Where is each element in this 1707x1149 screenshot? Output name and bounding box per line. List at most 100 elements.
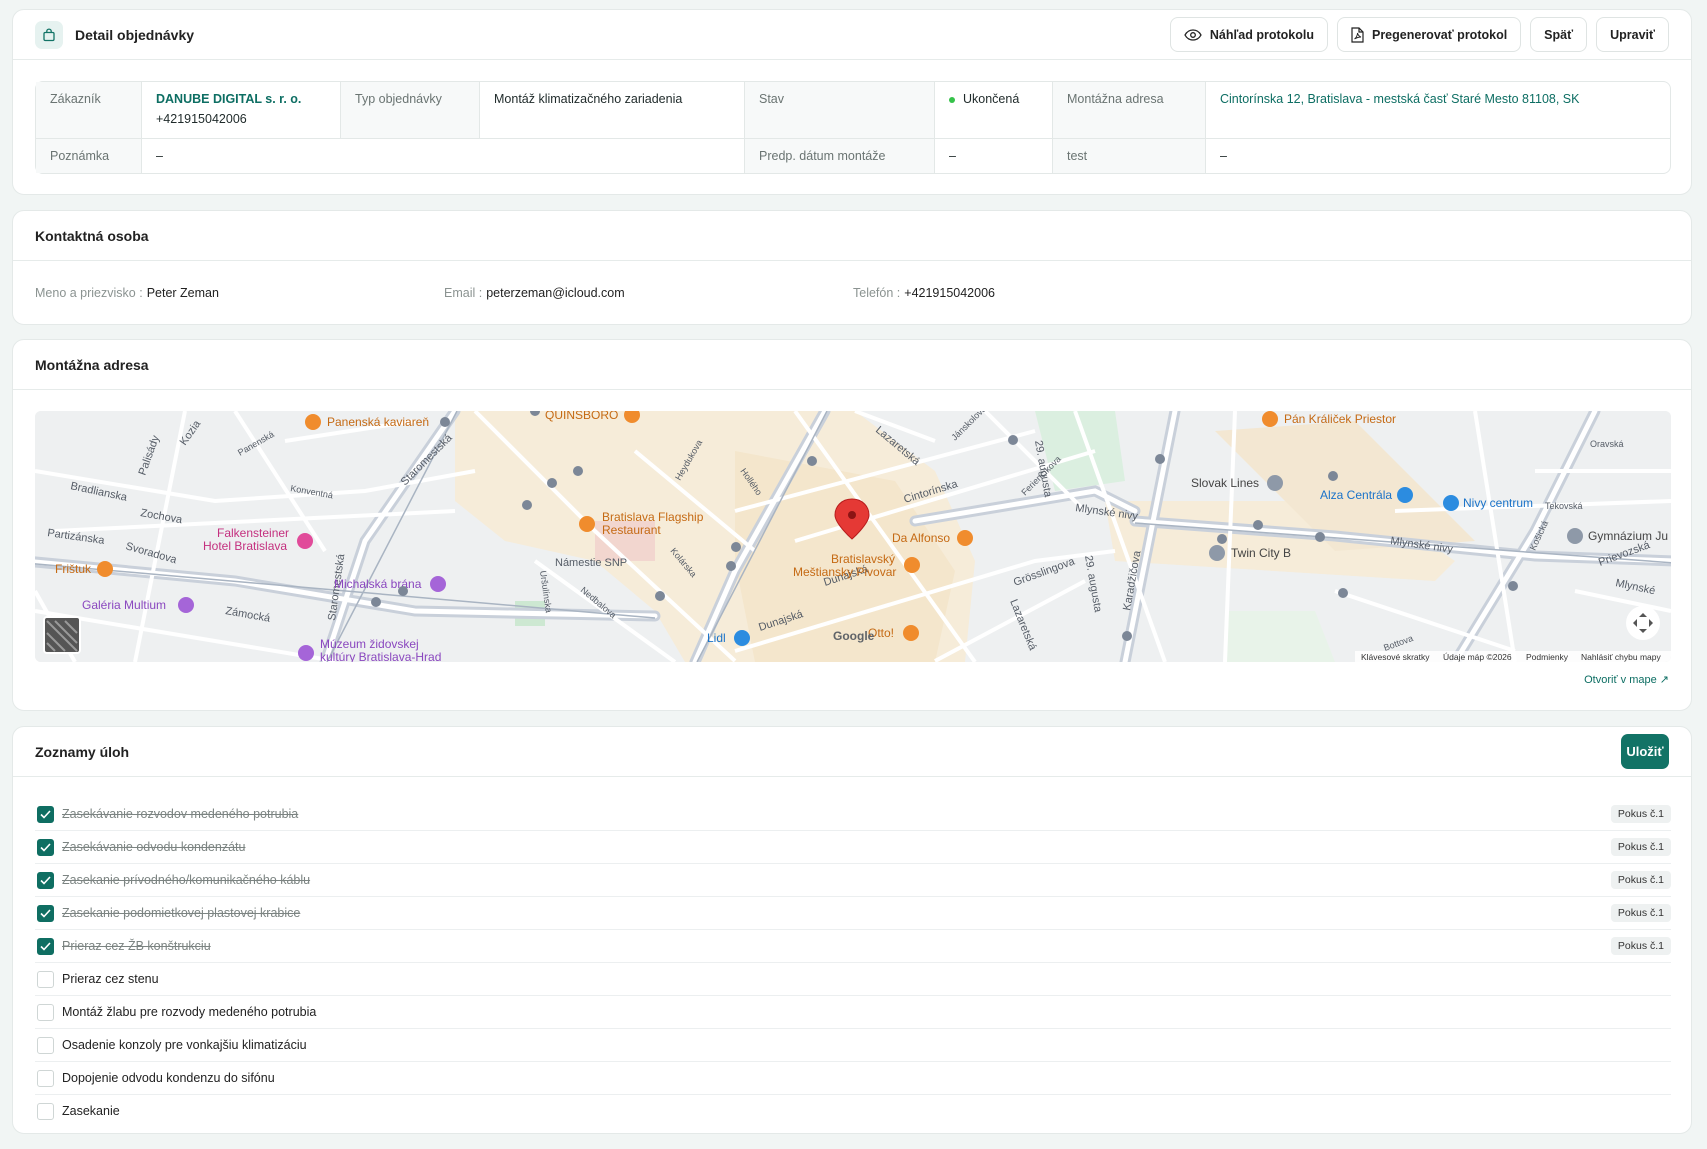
install-date-value: –	[935, 139, 1053, 173]
map-data-attribution: Údaje máp ©2026	[1443, 652, 1512, 662]
task-checkbox[interactable]	[37, 1069, 54, 1087]
regenerate-protocol-button[interactable]: Pregenerovať protokol	[1336, 17, 1522, 52]
status-badge: Ukončená	[963, 92, 1020, 106]
customer-phone: +421915042006	[156, 112, 247, 126]
poi-label: Alza Centrála	[1320, 488, 1392, 502]
extra-value: –	[1220, 149, 1227, 163]
status-cell: Ukončená	[935, 82, 1053, 139]
task-checkbox[interactable]	[37, 1036, 54, 1054]
customer-label: Zákazník	[36, 82, 142, 139]
map-header: Montážna adresa	[13, 340, 1691, 390]
task-checkbox[interactable]	[37, 1003, 54, 1021]
poi-label: Slovak Lines	[1191, 476, 1259, 490]
edit-button[interactable]: Upraviť	[1596, 17, 1669, 52]
note-value: –	[142, 139, 745, 173]
keyboard-shortcuts-link[interactable]: Klávesové skratky	[1361, 652, 1430, 662]
preview-protocol-label: Náhľad protokolu	[1209, 27, 1314, 42]
poi-label: QUINSBORO	[545, 411, 618, 422]
order-detail-card: Detail objednávky Náhľad protokolu Prege…	[12, 9, 1692, 195]
terms-link[interactable]: Podmienky	[1526, 652, 1569, 662]
task-row: Montáž žlabu pre rozvody medeného potrub…	[35, 996, 1671, 1029]
contact-phone: Telefón : +421915042006	[853, 286, 1262, 300]
contact-email-value[interactable]: peterzeman@icloud.com	[486, 286, 624, 300]
customer-name-link[interactable]: DANUBE DIGITAL s. r. o.	[156, 92, 326, 106]
task-label: Zasekanie prívodného/komunikačného káblu	[62, 873, 311, 887]
task-label: Prieraz cez ŽB konštrukciu	[62, 939, 211, 953]
task-row: Dopojenie odvodu kondenzu do sifónu	[35, 1062, 1671, 1095]
task-checkbox[interactable]	[37, 904, 54, 922]
task-checkbox[interactable]	[37, 970, 54, 988]
map-title: Montážna adresa	[35, 356, 149, 373]
checkmark-icon	[40, 908, 51, 918]
report-error-link[interactable]: Nahlásiť chybu mapy	[1581, 652, 1661, 662]
order-detail-header: Detail objednávky Náhľad protokolu Prege…	[13, 10, 1691, 60]
contact-name-value: Peter Zeman	[146, 285, 219, 300]
task-label: Zasekanie podomietkovej plastovej krabic…	[62, 906, 301, 920]
contact-card: Kontaktná osoba Meno a priezvisko : Peter…	[12, 210, 1692, 325]
tasks-card: Zoznamy úloh Uložiť Zasekávanie rozvodov…	[12, 726, 1692, 1134]
status-label: Stav	[745, 82, 935, 139]
status-dot	[949, 96, 955, 103]
contact-name: Meno a priezvisko : Peter Zeman	[35, 286, 444, 300]
attempt-badge: Pokus č.1	[1610, 871, 1671, 889]
street-label: Námestie SNP	[555, 557, 627, 569]
task-label: Osadenie konzoly pre vonkajšiu klimatizá…	[62, 1038, 307, 1052]
eye-icon	[1184, 28, 1202, 41]
street-label: Tekovská	[1545, 501, 1583, 511]
task-row: Zasekávanie rozvodov medeného potrubia Po…	[35, 798, 1671, 831]
order-type-label: Typ objednávky	[341, 82, 480, 139]
task-row: Zasekanie podomietkovej plastovej krabic…	[35, 897, 1671, 930]
task-label: Zasekávanie rozvodov medeného potrubia	[62, 807, 299, 821]
task-checkbox[interactable]	[37, 838, 54, 856]
poi-label: Pán Králiček Priestor	[1284, 412, 1396, 426]
poi-label: Da Alfonso	[892, 531, 950, 545]
poi-label: Falkensteiner	[217, 526, 289, 540]
contact-name-label: Meno a priezvisko :	[35, 285, 143, 300]
address-link[interactable]: Cintorínska 12, Bratislava - mestská čas…	[1220, 92, 1579, 106]
contact-phone-label: Telefón :	[853, 285, 901, 300]
attempt-badge: Pokus č.1	[1610, 805, 1671, 823]
attempt-badge: Pokus č.1	[1610, 904, 1671, 922]
task-checkbox[interactable]	[37, 805, 54, 823]
poi-label: Lidl	[707, 631, 726, 645]
contact-row: Meno a priezvisko : Peter Zeman Email : pe…	[13, 261, 1691, 324]
page-title: Detail objednávky	[75, 26, 195, 43]
back-button[interactable]: Späť	[1530, 17, 1588, 52]
task-row: Prieraz cez stenu	[35, 963, 1671, 996]
address-label: Montážna adresa	[1053, 82, 1206, 139]
fullscreen-button[interactable]	[1626, 606, 1660, 640]
contact-phone-value[interactable]: +421915042006	[904, 286, 995, 300]
attempt-badge: Pokus č.1	[1610, 838, 1671, 856]
map-type-toggle[interactable]	[43, 616, 81, 654]
contact-email: Email : peterzeman@icloud.com	[444, 286, 853, 300]
preview-protocol-button[interactable]: Náhľad protokolu	[1169, 17, 1328, 52]
task-row: Osadenie konzoly pre vonkajšiu klimatizá…	[35, 1029, 1671, 1062]
poi-label: Bratislavský	[831, 552, 895, 566]
poi-label: kultúry Bratislava-Hrad	[320, 650, 441, 662]
poi-label: Galéria Multium	[82, 598, 166, 612]
task-row: Zasekanie prívodného/komunikačného káblu…	[35, 864, 1671, 897]
task-checkbox[interactable]	[37, 937, 54, 955]
poi-label: Bratislava Flagship	[602, 510, 704, 524]
toolbar: Náhľad protokolu Pregenerovať protokol S…	[1169, 17, 1669, 52]
task-checkbox[interactable]	[37, 1102, 54, 1120]
extra-label: test	[1053, 139, 1206, 173]
note-label: Poznámka	[36, 139, 142, 173]
map-embed[interactable]: Námestie SNP Mlynské nivy Mlynské nivy M…	[35, 411, 1671, 662]
task-label: Prieraz cez stenu	[62, 972, 159, 986]
task-label: Zasekanie	[62, 1104, 120, 1118]
checkmark-icon	[40, 941, 51, 951]
regenerate-protocol-label: Pregenerovať protokol	[1371, 27, 1508, 42]
poi-label: Panenská kaviareň	[327, 415, 429, 429]
task-list: Zasekávanie rozvodov medeného potrubia Po…	[35, 798, 1671, 1127]
poi-label: Restaurant	[602, 523, 661, 537]
poi-label: Gymnázium Ju	[1588, 529, 1668, 543]
contact-email-label: Email :	[444, 285, 483, 300]
attempt-badge: Pokus č.1	[1610, 937, 1671, 955]
poi-label: Michalská brána	[334, 577, 422, 591]
address-cell: Cintorínska 12, Bratislava - mestská čas…	[1206, 82, 1670, 139]
open-in-map-link[interactable]: Otvoriť v mape ↗	[1584, 673, 1669, 686]
task-checkbox[interactable]	[37, 871, 54, 889]
save-button[interactable]: Uložiť	[1621, 734, 1669, 769]
checkmark-icon	[40, 842, 51, 852]
